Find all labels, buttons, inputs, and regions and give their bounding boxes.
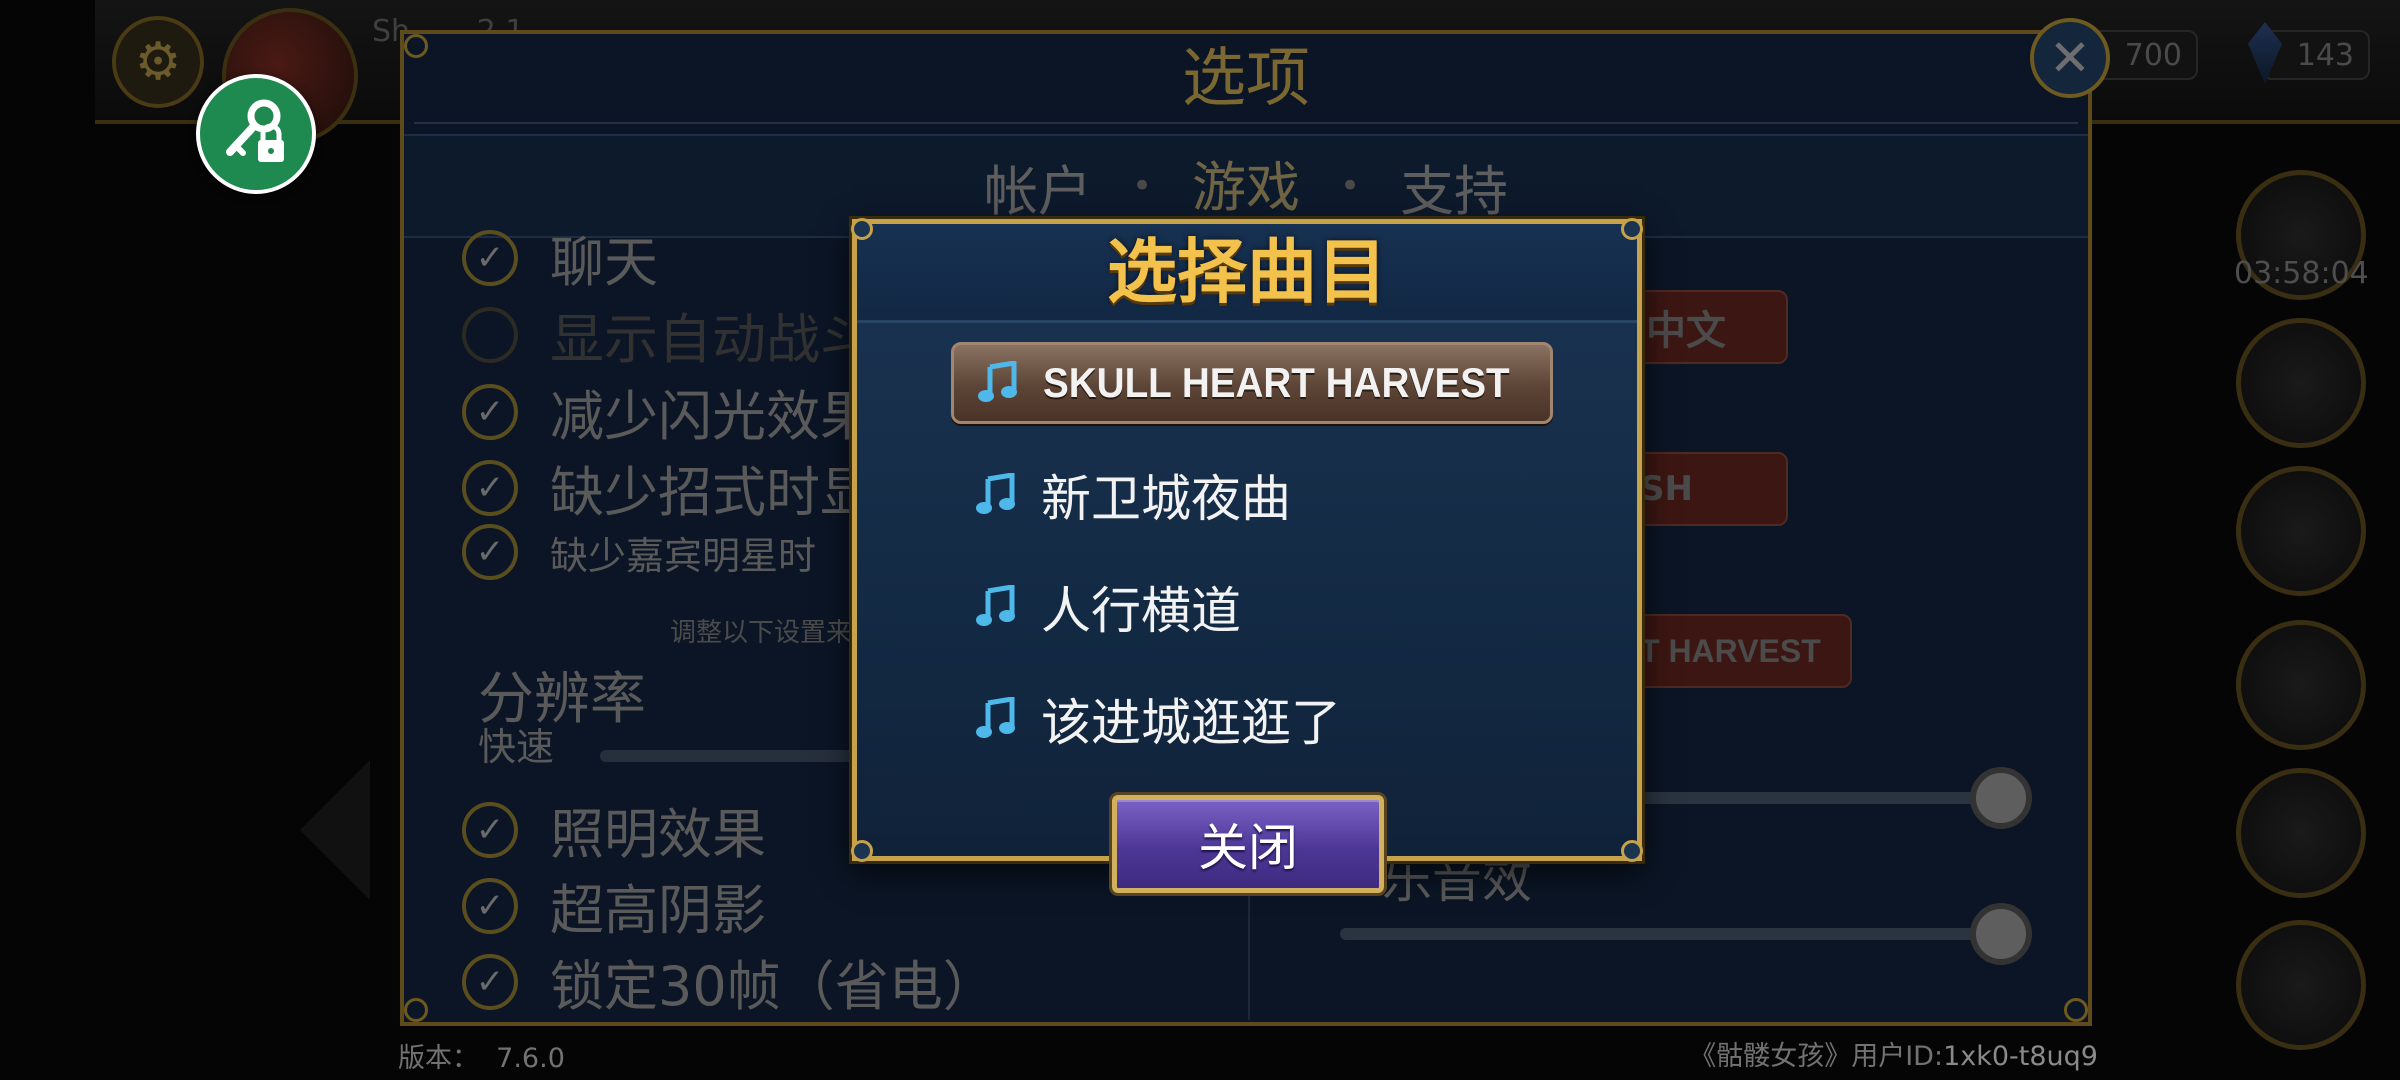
music-volume-knob[interactable] (1970, 767, 2032, 829)
corner-ornament (851, 840, 873, 862)
tab-game[interactable]: 游戏 (1192, 143, 1300, 230)
options-title: 选项 (1182, 42, 1310, 116)
user-id-label: 《骷髅女孩》用户ID: (1689, 1041, 1944, 1072)
checkbox-checked[interactable]: ✓ (462, 524, 518, 580)
track-name: 该进城逛逛了 (1041, 694, 1341, 752)
checkbox-checked[interactable]: ✓ (462, 383, 518, 440)
music-note-icon (973, 582, 1019, 632)
title-divider (414, 122, 2078, 124)
track-name: 人行横道 (1041, 582, 1241, 640)
music-note-icon (973, 694, 1019, 744)
user-id-value: 1xk0-t8uq9 (1943, 1041, 2098, 1072)
dialog-title: 选择曲目 (1107, 231, 1387, 313)
music-select-label: T HARVEST (1640, 632, 1821, 669)
track-select-dialog: 选择曲目 SKULL HEART HARVEST 新卫城夜曲 人行横道 该进城逛… (851, 218, 1643, 862)
music-select-button[interactable]: T HARVEST (1630, 614, 1852, 688)
check-label: 缺少嘉宾明星时 (550, 533, 817, 578)
resolution-speed-label: 快速 (478, 725, 555, 769)
language-button-2[interactable]: SH (1630, 452, 1788, 526)
options-close-button[interactable]: ✕ (2030, 18, 2110, 98)
track-name: 新卫城夜曲 (1041, 470, 1291, 528)
auto-battle-toggle[interactable]: 显示自动战斗 (462, 295, 874, 374)
fighter-icon[interactable] (2236, 466, 2366, 596)
corner-ornament (2064, 998, 2088, 1022)
resolution-slider[interactable] (600, 750, 860, 762)
checkbox-checked[interactable]: ✓ (462, 877, 518, 934)
checkbox-unchecked[interactable] (462, 306, 518, 363)
account-lock-button[interactable] (196, 74, 316, 194)
lab-icon[interactable] (2236, 768, 2366, 898)
close-icon: ✕ (2049, 29, 2091, 87)
sfx-volume-knob[interactable] (1970, 903, 2032, 965)
track-name: SKULL HEART HARVEST (1042, 359, 1510, 406)
version-value: 7.6.0 (496, 1043, 565, 1074)
tab-separator: • (1340, 166, 1361, 206)
corner-ornament (404, 34, 428, 58)
corner-ornament (1621, 218, 1643, 240)
arrow-left-icon (300, 760, 370, 900)
language-button[interactable]: 中文 (1630, 290, 1788, 364)
corner-ornament (1621, 840, 1643, 862)
music-note-icon (973, 470, 1019, 520)
check-label: 聊天 (550, 231, 658, 294)
cards-icon[interactable] (2236, 620, 2366, 750)
check-label: 锁定30帧（省电） (550, 955, 997, 1018)
sfx-volume-slider[interactable] (1340, 928, 2020, 940)
version-label: 版本： (398, 1043, 479, 1074)
language-label-2: SH (1640, 469, 1693, 509)
checkbox-checked[interactable]: ✓ (462, 801, 518, 858)
character-icon[interactable] (2236, 318, 2366, 448)
reduce-flash-toggle[interactable]: ✓ 减少闪光效果 (462, 372, 874, 451)
track-item-selected[interactable]: SKULL HEART HARVEST (951, 342, 1553, 424)
shadows-toggle[interactable]: ✓ 超高阴影 (462, 866, 766, 945)
event-timer: 03:58:04 (2234, 256, 2369, 291)
check-label: 照明效果 (550, 803, 766, 866)
language-label: 中文 (1646, 308, 1726, 354)
user-id-text: 《骷髅女孩》用户ID:1xk0-t8uq9 (1689, 1034, 2098, 1073)
lighting-toggle[interactable]: ✓ 照明效果 (462, 790, 766, 869)
gem-counter: 143 (2262, 30, 2370, 80)
checkbox-checked[interactable]: ✓ (462, 229, 518, 286)
track-item[interactable]: 人行横道 (951, 566, 1553, 648)
gear-icon: ⚙ (134, 32, 182, 92)
check-label: 减少闪光效果 (550, 385, 874, 448)
lock-30fps-toggle[interactable]: ✓ 锁定30帧（省电） (462, 942, 997, 1021)
guild-icon[interactable] (2236, 920, 2366, 1050)
close-button[interactable]: 关闭 (1112, 795, 1384, 893)
missing-guest-toggle[interactable]: ✓ 缺少嘉宾明星时 (462, 524, 816, 580)
corner-ornament (404, 998, 428, 1022)
tab-support[interactable]: 支持 (1400, 147, 1508, 226)
track-item[interactable]: 新卫城夜曲 (951, 454, 1553, 536)
corner-ornament (851, 218, 873, 240)
tab-separator: • (1131, 166, 1152, 206)
version-text: 版本： 7.6.0 (398, 1036, 565, 1075)
track-item[interactable]: 该进城逛逛了 (951, 678, 1553, 760)
tab-account[interactable]: 帐户 (984, 147, 1092, 226)
chat-toggle[interactable]: ✓ 聊天 (462, 218, 658, 297)
music-note-icon (976, 358, 1021, 408)
adjust-note: 调整以下设置来 (670, 618, 853, 648)
key-lock-icon (226, 99, 284, 162)
checkbox-checked[interactable]: ✓ (462, 953, 518, 1010)
check-label: 显示自动战斗 (550, 308, 874, 371)
music-volume-slider[interactable] (1640, 792, 2020, 804)
checkbox-checked[interactable]: ✓ (462, 459, 518, 516)
check-label: 超高阴影 (550, 879, 766, 942)
settings-button[interactable]: ⚙ (112, 16, 204, 108)
